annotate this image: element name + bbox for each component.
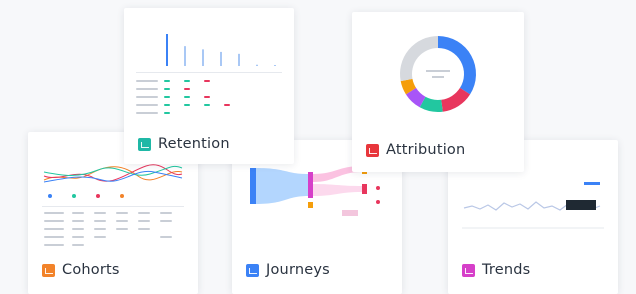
attribution-icon [366,143,379,157]
trends-title: Trends [482,262,531,278]
trends-preview [462,164,604,244]
donut-segment [437,36,476,95]
attribution-preview [398,34,478,114]
retention-icon [138,137,151,151]
attribution-label: Attribution [366,142,465,158]
journeys-icon [246,263,259,277]
donut-segment [405,87,426,108]
retention-label: Retention [138,136,230,152]
retention-bar-chart [166,34,276,66]
donut-segment [400,36,439,82]
journeys-preview [246,162,388,242]
donut-segment [419,96,443,112]
donut-segment [400,78,417,95]
cohorts-preview [42,154,184,254]
trends-label: Trends [462,262,530,278]
cohorts-label: Cohorts [42,262,120,278]
donut-center-text [426,70,450,72]
retention-title: Retention [158,136,230,152]
retention-card[interactable]: Retention [124,8,294,164]
attribution-title: Attribution [386,142,466,158]
attribution-card[interactable]: Attribution [352,12,524,172]
journeys-sankey [250,164,380,216]
retention-bar [202,49,204,66]
trends-line-chart [462,200,604,229]
cohorts-icon [42,263,55,277]
journeys-title: Journeys [266,262,330,278]
attribution-donut-chart [400,36,476,112]
retention-bar [274,65,276,66]
retention-bar [238,53,240,66]
journeys-label: Journeys [246,262,330,278]
donut-segment [440,87,471,112]
donut-center-value [432,76,444,78]
retention-bar [220,51,222,66]
retention-bar [166,34,168,66]
cohorts-title: Cohorts [62,262,120,278]
retention-bar [184,46,186,66]
retention-bar [256,64,258,66]
trends-icon [462,263,475,277]
retention-preview [136,30,282,122]
